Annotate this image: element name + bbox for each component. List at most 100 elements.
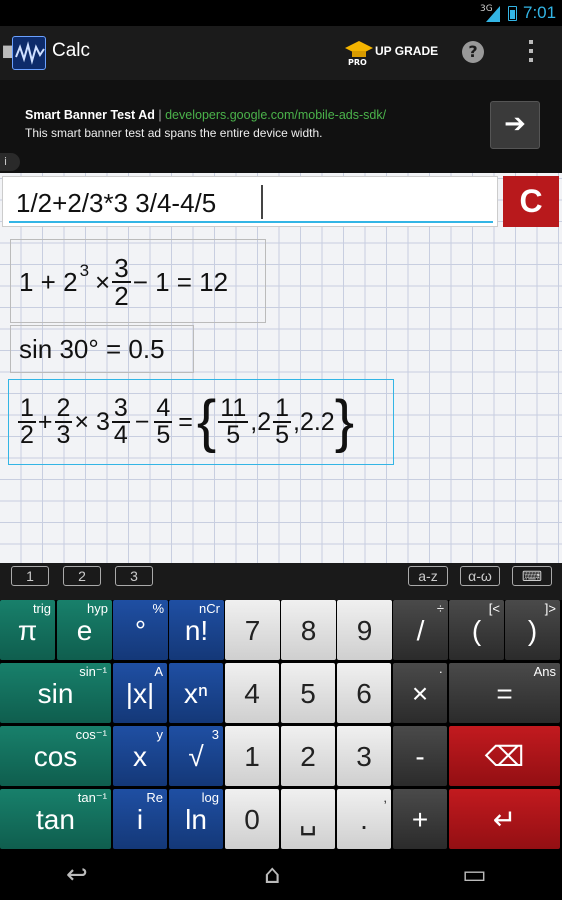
- key-8-button[interactable]: 8: [281, 600, 336, 660]
- open-brace: {: [196, 389, 217, 454]
- key-cos-button[interactable]: cos cos⁻¹: [0, 726, 111, 786]
- key-symbol-button[interactable]: × ·: [393, 663, 447, 723]
- key-sin-button[interactable]: sin sin⁻¹: [0, 663, 111, 723]
- decimal-result: 2.2: [299, 407, 335, 436]
- calculator-keypad: π trig e hyp °% n! nCr 7 8 9/÷([<)]> sin sin⁻¹ |x| Ax…: [0, 600, 562, 850]
- minus-sign: −: [134, 407, 150, 436]
- key-secondary-label: A: [154, 664, 163, 679]
- key-9-button[interactable]: 9: [337, 600, 392, 660]
- back-icon[interactable]: ↩: [66, 862, 88, 888]
- app-logo-icon[interactable]: [12, 36, 46, 70]
- ad-separator: |: [158, 108, 162, 122]
- key-secondary-label: sin⁻¹: [79, 664, 107, 679]
- key-symbol-button[interactable]: -: [393, 726, 447, 786]
- key-3-button[interactable]: 3: [337, 726, 391, 786]
- keypad-tab-2[interactable]: 2: [63, 566, 101, 586]
- keypad-tab-greek[interactable]: α-ω: [460, 566, 500, 586]
- key-secondary-label: tan⁻¹: [77, 790, 107, 805]
- key-label: -: [415, 741, 425, 772]
- keyboard-icon[interactable]: ⌨: [512, 566, 552, 586]
- key-symbol-button[interactable]: .,: [337, 789, 391, 849]
- key-secondary-label: ]>: [544, 601, 556, 616]
- key-secondary-label: ÷: [436, 601, 444, 616]
- text-caret: [261, 185, 263, 219]
- key-label: ␣: [299, 804, 317, 835]
- key-symbol-button[interactable]: / ÷: [393, 600, 448, 660]
- key-label: 4: [244, 678, 260, 709]
- key-symbol-button[interactable]: = Ans: [449, 663, 560, 723]
- keypad-tab-1[interactable]: 1: [11, 566, 49, 586]
- key-x-button[interactable]: |x| A: [113, 663, 167, 723]
- overflow-menu-icon[interactable]: [527, 40, 535, 67]
- help-icon[interactable]: ?: [462, 41, 484, 63]
- key-n-button[interactable]: n! nCr: [169, 600, 224, 660]
- key-symbol-button[interactable]: √ 3: [169, 726, 223, 786]
- keypad-tab-3[interactable]: 3: [115, 566, 153, 586]
- key-x-button[interactable]: xⁿ: [169, 663, 223, 723]
- key-label: =: [496, 678, 513, 709]
- key-symbol-button[interactable]: ␣: [281, 789, 335, 849]
- key-0-button[interactable]: 0: [225, 789, 279, 849]
- home-icon[interactable]: ⌂: [264, 862, 281, 888]
- key-label: √: [188, 741, 204, 772]
- key-secondary-label: [<: [488, 601, 500, 616]
- ad-info-icon[interactable]: i: [0, 153, 20, 171]
- fraction: 12: [18, 394, 36, 449]
- history-item[interactable]: 1 + 2 3 × 32 − 1 = 12: [10, 239, 266, 323]
- key-secondary-label: ,: [383, 790, 387, 805]
- key-symbol-button[interactable]: ⌫: [449, 726, 560, 786]
- key-6-button[interactable]: 6: [337, 663, 391, 723]
- key-x-button[interactable]: xy: [113, 726, 167, 786]
- expression-text[interactable]: 1/2+2/3*3 3/4-4/5: [16, 188, 216, 219]
- key-i-button[interactable]: i Re: [113, 789, 167, 849]
- equals-sign: =: [178, 407, 193, 436]
- key-label: ln: [185, 804, 207, 835]
- recents-icon[interactable]: ▭: [462, 862, 487, 888]
- fraction: 45: [154, 394, 173, 449]
- key-2-button[interactable]: 2: [281, 726, 335, 786]
- close-brace: }: [334, 389, 355, 454]
- ad-banner[interactable]: Smart Banner Test Ad | developers.google…: [0, 80, 562, 173]
- ad-url[interactable]: developers.google.com/mobile-ads-sdk/: [165, 108, 386, 122]
- key-label: cos: [33, 741, 78, 772]
- history-item[interactable]: sin 30° = 0.5: [10, 325, 194, 373]
- key-label: .: [360, 804, 368, 835]
- ad-arrow-button[interactable]: ➔: [490, 101, 540, 149]
- clear-button[interactable]: C: [503, 176, 559, 227]
- key-symbol-button[interactable]: +: [393, 789, 447, 849]
- plus-sign: +: [37, 407, 53, 436]
- key-label: ×: [411, 678, 429, 709]
- key-symbol-button[interactable]: ([<: [449, 600, 504, 660]
- key-ln-button[interactable]: ln log: [169, 789, 223, 849]
- history-item-selected[interactable]: 12 + 23 × 3 34 − 45 = { 11 5 , 2 15 , 2.2…: [8, 379, 394, 465]
- key-symbol-button[interactable]: π trig: [0, 600, 55, 660]
- key-label: ↵: [492, 804, 517, 835]
- key-symbol-button[interactable]: ↵: [449, 789, 560, 849]
- key-secondary-label: ·: [438, 664, 443, 679]
- key-symbol-button[interactable]: °%: [113, 600, 168, 660]
- key-e-button[interactable]: e hyp: [57, 600, 112, 660]
- key-secondary-label: Re: [146, 790, 163, 805]
- drawer-menu-icon[interactable]: ▬ ▬ ▬: [2, 41, 13, 61]
- key-label: 2: [300, 741, 316, 772]
- key-label: ): [527, 615, 538, 646]
- key-symbol-button[interactable]: ) ]>: [505, 600, 560, 660]
- key-secondary-label: trig: [32, 601, 51, 616]
- key-label: x: [133, 741, 147, 772]
- key-label: +: [411, 804, 429, 835]
- expression-input[interactable]: 1/2+2/3*3 3/4-4/5: [2, 176, 498, 227]
- key-label: 8: [300, 615, 317, 646]
- key-1-button[interactable]: 1: [225, 726, 279, 786]
- key-4-button[interactable]: 4: [225, 663, 279, 723]
- mixed-whole: 2: [257, 407, 272, 436]
- status-bar: 3G 7:01: [0, 0, 562, 26]
- key-tan-button[interactable]: tan tan⁻¹: [0, 789, 111, 849]
- key-7-button[interactable]: 7: [225, 600, 280, 660]
- upgrade-button[interactable]: PRO UP GRADE: [344, 39, 442, 69]
- keypad-tab-letters[interactable]: a-z: [408, 566, 448, 586]
- history-expression: 1 + 2: [19, 266, 78, 297]
- times-sign: × 3: [74, 407, 110, 436]
- key-5-button[interactable]: 5: [281, 663, 335, 723]
- ad-title-line[interactable]: Smart Banner Test Ad | developers.google…: [25, 108, 386, 122]
- navigation-bar: ↩ ⌂ ▭: [0, 850, 562, 900]
